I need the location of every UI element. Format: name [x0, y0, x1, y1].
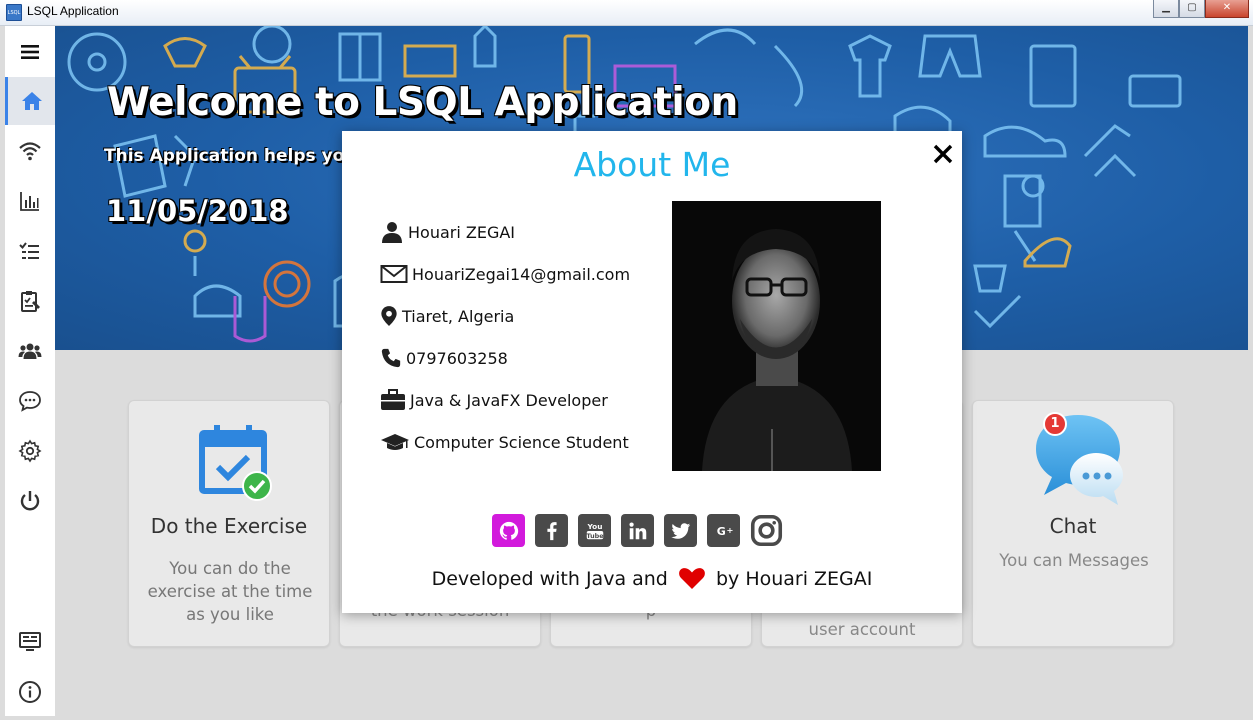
calendar-check-icon — [199, 425, 272, 501]
about-job: Java & JavaFX Developer — [410, 390, 608, 410]
chat-icon — [19, 391, 41, 412]
linkedin-icon — [628, 521, 646, 539]
card-title: Do the Exercise — [150, 514, 308, 538]
wifi-icon — [19, 142, 41, 161]
welcome-title: Welcome to LSQL Application — [107, 80, 738, 125]
info-location-row: Tiaret, Algeria — [380, 303, 514, 329]
sidebar-menu-button[interactable] — [5, 28, 55, 76]
developer-credit: Developed with Java and by Houari ZEGAI — [342, 566, 962, 590]
user-icon — [382, 222, 402, 243]
heart-icon — [679, 568, 705, 589]
facebook-link[interactable] — [535, 514, 568, 547]
info-icon — [19, 681, 41, 703]
sidebar-item-exercises[interactable] — [5, 277, 55, 325]
youtube-icon: YouTube — [586, 522, 604, 540]
briefcase-icon — [381, 389, 405, 410]
notification-badge: 1 — [1043, 412, 1067, 436]
profile-photo — [672, 201, 881, 471]
title-bar: LSQL LSQL Application ▁ ▢ ✕ — [0, 0, 1253, 26]
instagram-icon — [750, 514, 783, 547]
window-title: LSQL Application — [27, 4, 119, 18]
clipboard-icon — [21, 291, 40, 312]
info-name-row: Houari ZEGAI — [380, 219, 515, 245]
twitter-icon — [670, 522, 690, 539]
card-title: Chat — [1049, 514, 1097, 538]
sidebar-item-settings[interactable] — [5, 427, 55, 475]
info-email-row: HouariZegai14@gmail.com — [380, 261, 630, 287]
close-window-button[interactable]: ✕ — [1205, 0, 1249, 18]
sidebar-item-home[interactable] — [5, 77, 55, 125]
credit-text-before: Developed with Java and — [431, 568, 668, 590]
github-link[interactable] — [492, 514, 525, 547]
window-controls: ▁ ▢ ✕ — [1153, 0, 1249, 18]
power-icon — [20, 491, 40, 511]
maximize-button[interactable]: ▢ — [1179, 0, 1205, 18]
sidebar — [5, 26, 55, 716]
menu-icon — [21, 45, 39, 59]
settings-icon — [18, 439, 42, 463]
sidebar-item-messages[interactable] — [5, 377, 55, 425]
sidebar-item-tasks[interactable] — [5, 227, 55, 275]
sidebar-item-network[interactable] — [5, 127, 55, 175]
sidebar-item-dashboard[interactable] — [5, 618, 55, 666]
monitor-icon — [19, 632, 41, 651]
card-description: user account — [808, 620, 916, 639]
credit-text-after: by Houari ZEGAI — [715, 568, 873, 590]
facebook-icon — [546, 521, 557, 540]
about-email: HouariZegai14@gmail.com — [412, 264, 631, 284]
info-phone-row: 0797603258 — [380, 345, 508, 371]
sidebar-item-logout[interactable] — [5, 477, 55, 525]
home-icon — [21, 92, 42, 110]
sidebar-item-statistics[interactable] — [5, 177, 55, 225]
svg-text:You: You — [586, 522, 602, 531]
github-icon — [499, 521, 518, 540]
close-icon[interactable] — [932, 143, 954, 165]
location-pin-icon — [381, 306, 397, 326]
minimize-button[interactable]: ▁ — [1153, 0, 1179, 18]
phone-icon — [381, 348, 401, 368]
chart-icon — [20, 192, 39, 211]
checklist-icon — [19, 242, 39, 259]
dialog-title: About Me — [573, 145, 731, 184]
social-links: You Tube G + — [492, 514, 793, 547]
instagram-link[interactable] — [750, 514, 783, 547]
about-location: Tiaret, Algeria — [402, 306, 515, 326]
users-icon — [18, 343, 42, 359]
about-name: Houari ZEGAI — [408, 222, 516, 242]
twitter-link[interactable] — [664, 514, 697, 547]
info-education-row: Computer Science Student — [380, 429, 629, 455]
mail-icon — [380, 265, 408, 283]
sidebar-item-about[interactable] — [5, 668, 55, 716]
current-date: 11/05/2018 — [106, 194, 289, 228]
profile-photo-image — [672, 201, 881, 471]
google-plus-icon: G + — [716, 524, 733, 538]
graduation-cap-icon — [381, 434, 409, 450]
info-job-row: Java & JavaFX Developer — [380, 387, 608, 413]
about-phone: 0797603258 — [406, 348, 508, 368]
about-me-dialog: About Me Houari ZEGAI HouariZegai14@gmai… — [342, 131, 962, 613]
card-do-exercise[interactable]: Do the Exercise You can do the exercise … — [128, 400, 330, 647]
welcome-subtitle: This Application helps you — [104, 146, 357, 166]
card-chat[interactable]: 1 Chat You can Messages — [972, 400, 1174, 647]
sidebar-item-users[interactable] — [5, 327, 55, 375]
svg-text:G: G — [716, 525, 725, 538]
svg-text:+: + — [726, 524, 733, 534]
linkedin-link[interactable] — [621, 514, 654, 547]
about-education: Computer Science Student — [414, 432, 629, 452]
card-description: You can do the exercise at the time as y… — [147, 559, 313, 624]
google-plus-link[interactable]: G + — [707, 514, 740, 547]
youtube-link[interactable]: You Tube — [578, 514, 611, 547]
card-description: You can Messages — [999, 551, 1149, 570]
svg-text:Tube: Tube — [586, 531, 604, 539]
app-icon: LSQL — [6, 4, 22, 21]
